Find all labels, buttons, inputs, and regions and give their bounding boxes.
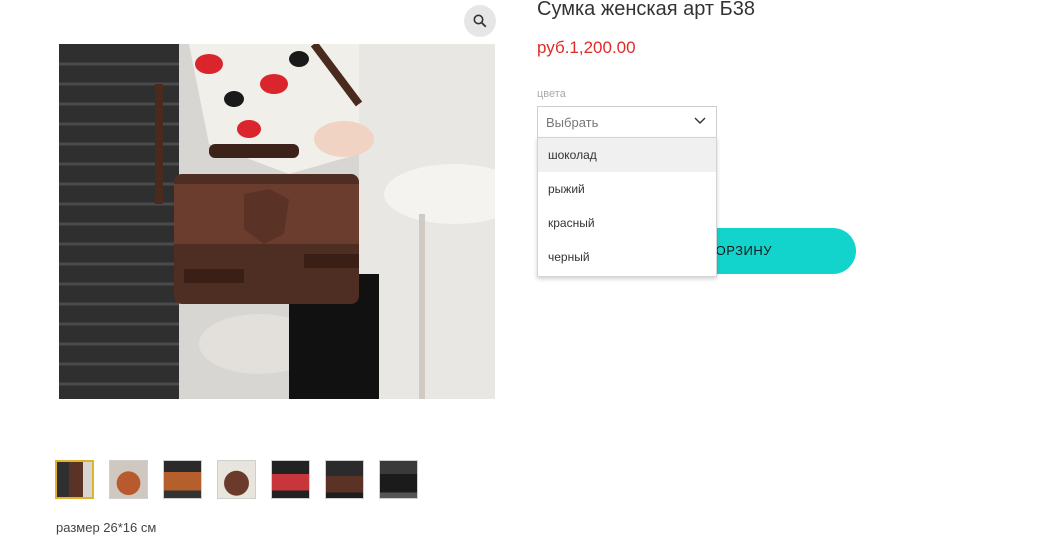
thumbnail-3[interactable] <box>163 460 202 499</box>
add-to-cart-label: ОРЗИНУ <box>715 243 772 258</box>
thumbnail-4[interactable] <box>217 460 256 499</box>
product-size-note: размер 26*16 см <box>56 520 157 535</box>
product-title: Сумка женская арт Б38 <box>537 0 755 20</box>
color-dropdown-menu: шоколад рыжий красный черный <box>537 137 717 277</box>
zoom-button[interactable] <box>464 5 496 37</box>
color-option-black[interactable]: черный <box>538 240 716 274</box>
product-main-image[interactable] <box>59 44 495 399</box>
color-label: цвета <box>537 88 566 100</box>
color-select-value: Выбрать <box>546 115 599 130</box>
thumbnail-7[interactable] <box>379 460 418 499</box>
color-select[interactable]: Выбрать <box>537 106 717 138</box>
product-price: руб.1,200.00 <box>537 38 636 57</box>
color-option-chocolate[interactable]: шоколад <box>538 138 716 172</box>
thumbnail-5[interactable] <box>271 460 310 499</box>
color-option-red[interactable]: красный <box>538 206 716 240</box>
thumbnail-6[interactable] <box>325 460 364 499</box>
chevron-down-icon <box>694 117 706 124</box>
thumbnail-2[interactable] <box>109 460 148 499</box>
color-option-ginger[interactable]: рыжий <box>538 172 716 206</box>
magnifier-icon <box>473 14 487 28</box>
thumbnail-1[interactable] <box>55 460 94 499</box>
